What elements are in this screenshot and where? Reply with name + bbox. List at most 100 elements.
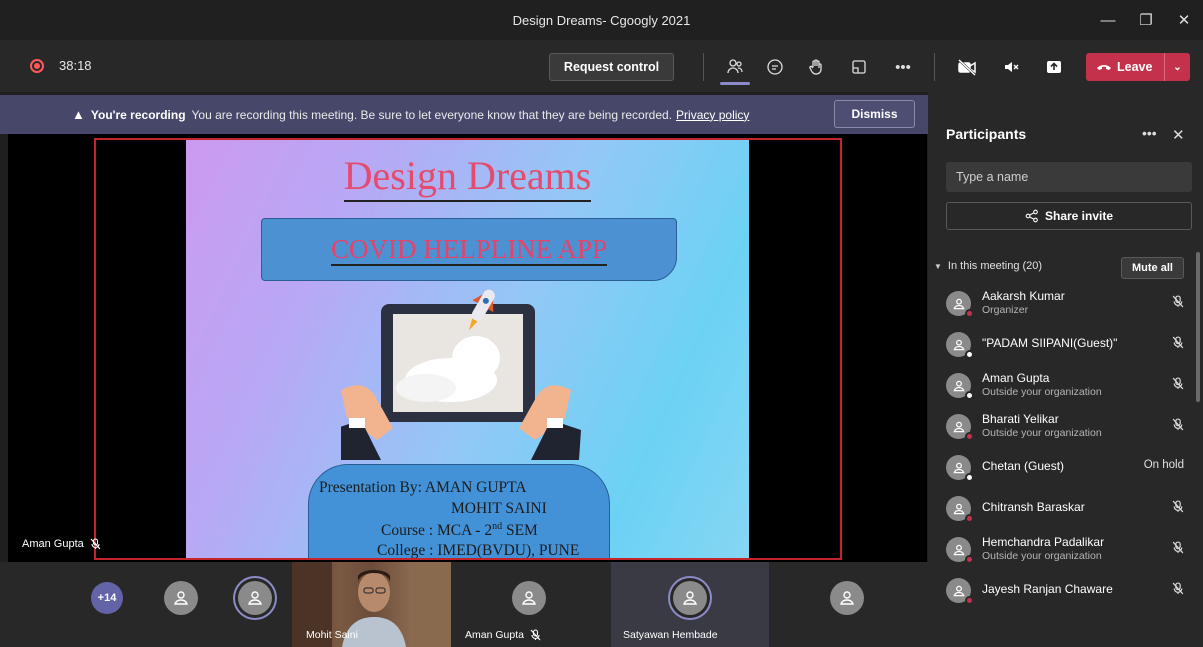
person-icon — [952, 544, 965, 555]
presenter-name-tag: Aman Gupta — [22, 538, 101, 550]
panel-title: Participants — [946, 126, 1027, 142]
mic-muted-icon[interactable] — [1172, 500, 1184, 516]
person-icon — [248, 591, 262, 605]
minimize-icon[interactable]: — — [1089, 0, 1127, 40]
presenter-info-box: Presentation By: AMAN GUPTA MOHIT SAINI … — [308, 464, 610, 558]
active-tab-indicator — [720, 82, 750, 85]
tablet-rocket-illustration — [341, 289, 581, 460]
tile-name: Satyawan Hembade — [623, 629, 718, 641]
presence-status-icon — [965, 473, 974, 482]
camera-off-icon[interactable] — [954, 54, 980, 80]
person-icon — [952, 339, 965, 350]
shared-screen-stage: Design Dreams COVID HELPLINE APP Present… — [8, 134, 927, 562]
share-tray-icon[interactable] — [1041, 54, 1067, 80]
panel-scrollbar[interactable] — [1196, 252, 1200, 402]
request-control-button[interactable]: Request control — [549, 53, 674, 81]
participant-avatar — [946, 332, 974, 359]
speaker-muted-icon[interactable] — [998, 54, 1024, 80]
participant-status-text: On hold — [1143, 459, 1184, 471]
participant-search-input[interactable]: Type a name — [946, 162, 1192, 192]
participant-name: Aman Gupta — [982, 371, 1050, 385]
speaking-participant-avatar[interactable] — [238, 581, 272, 615]
warning-icon: ▲ — [72, 107, 85, 122]
mic-muted-icon[interactable] — [1172, 295, 1184, 311]
participant-avatar — [946, 455, 974, 482]
speaking-participant-avatar — [673, 581, 707, 615]
banner-title: You're recording — [90, 107, 186, 122]
share-invite-button[interactable]: Share invite — [946, 202, 1192, 230]
participant-avatar[interactable] — [164, 581, 198, 615]
presence-status-icon — [965, 391, 974, 400]
presence-status-icon — [965, 555, 974, 564]
recording-banner: ▲ You're recording You are recording thi… — [0, 95, 928, 134]
raise-hand-icon[interactable] — [804, 54, 830, 80]
mute-all-button[interactable]: Mute all — [1121, 257, 1184, 279]
participant-row[interactable]: Aman Gupta Outside your organization — [928, 364, 1194, 405]
person-icon — [952, 380, 965, 391]
participant-avatar — [946, 496, 974, 523]
participant-name: Hemchandra Padalikar — [982, 535, 1105, 549]
presence-status-icon — [965, 596, 974, 605]
breakout-rooms-icon[interactable] — [846, 54, 872, 80]
leave-button-main[interactable]: Leave — [1086, 60, 1164, 74]
mic-muted-icon[interactable] — [1172, 377, 1184, 393]
window-controls: — ❐ ✕ — [1089, 0, 1203, 40]
course-line: Course : MCA - 2nd SEM — [381, 521, 538, 540]
participant-row[interactable]: Chetan (Guest) On hold — [928, 446, 1194, 487]
meeting-timer: 38:18 — [59, 58, 92, 73]
participant-row[interactable]: Jayesh Ranjan Chaware — [928, 569, 1194, 610]
participant-list: Aakarsh Kumar Organizer "PADAM SIIPANI(Gue… — [928, 282, 1194, 610]
participant-role: Outside your organization — [982, 550, 1102, 562]
in-meeting-section-header[interactable]: ▼ In this meeting (20) — [934, 260, 1042, 272]
toolbar-divider — [934, 53, 935, 81]
participant-avatar — [946, 537, 974, 564]
participant-name: Jayesh Ranjan Chaware — [982, 582, 1113, 596]
more-actions-icon[interactable]: ••• — [890, 54, 916, 80]
chat-icon[interactable] — [762, 54, 788, 80]
participant-row[interactable]: Aakarsh Kumar Organizer — [928, 282, 1194, 323]
person-icon — [952, 585, 965, 596]
leave-options-chevron-icon[interactable]: ⌄ — [1164, 53, 1190, 81]
hang-up-icon — [1097, 65, 1111, 70]
privacy-policy-link[interactable]: Privacy policy — [676, 108, 749, 122]
panel-more-options-icon[interactable]: ••• — [1142, 125, 1157, 141]
close-icon[interactable]: ✕ — [1165, 0, 1203, 40]
person-icon — [174, 591, 188, 605]
mic-muted-icon[interactable] — [1172, 541, 1184, 557]
slide-subtitle-box: COVID HELPLINE APP — [261, 218, 677, 281]
presented-by-line: Presentation By: AMAN GUPTA — [319, 479, 527, 496]
participant-strip: +14 Mohit Saini Aman Gupta Satyawan Hemb… — [0, 562, 928, 647]
participant-avatar[interactable] — [830, 581, 864, 615]
participant-row[interactable]: "PADAM SIIPANI(Guest)" — [928, 323, 1194, 364]
mic-muted-icon[interactable] — [1172, 582, 1184, 598]
dismiss-button[interactable]: Dismiss — [834, 100, 915, 128]
more-participants-button[interactable]: +14 — [91, 582, 123, 614]
participant-avatar[interactable] — [512, 581, 546, 615]
mic-muted-icon[interactable] — [1172, 336, 1184, 352]
presence-status-icon — [965, 514, 974, 523]
participant-row[interactable]: Hemchandra Padalikar Outside your organiz… — [928, 528, 1194, 569]
video-tile-mohit-saini[interactable]: Mohit Saini — [292, 562, 451, 647]
title-bar: Design Dreams- Cgoogly 2021 — ❐ ✕ — [0, 0, 1203, 40]
tile-name: Mohit Saini — [306, 629, 358, 641]
window-title: Design Dreams- Cgoogly 2021 — [512, 12, 691, 28]
restore-icon[interactable]: ❐ — [1127, 0, 1165, 40]
collapse-caret-icon: ▼ — [934, 261, 942, 271]
participant-avatar — [946, 414, 974, 441]
person-icon — [840, 591, 854, 605]
participant-row[interactable]: Chitransh Baraskar — [928, 487, 1194, 528]
video-tile-satyawan-hembade[interactable]: Satyawan Hembade — [611, 562, 769, 647]
presenter-name: Aman Gupta — [22, 538, 84, 550]
leave-button[interactable]: Leave ⌄ — [1086, 53, 1190, 81]
participant-avatar — [946, 578, 974, 605]
participant-name: Bharati Yelikar — [982, 412, 1059, 426]
participant-row[interactable]: Bharati Yelikar Outside your organization — [928, 405, 1194, 446]
panel-close-icon[interactable]: ✕ — [1172, 126, 1185, 144]
presentation-slide: Design Dreams COVID HELPLINE APP Present… — [186, 140, 749, 558]
mic-muted-icon[interactable] — [1172, 418, 1184, 434]
banner-text: You are recording this meeting. Be sure … — [191, 107, 673, 122]
participant-role: Outside your organization — [982, 427, 1102, 439]
participant-role: Outside your organization — [982, 386, 1102, 398]
teams-meeting-window: Design Dreams- Cgoogly 2021 — ❐ ✕ 38:18 … — [0, 0, 1203, 647]
participants-icon[interactable] — [722, 54, 748, 80]
